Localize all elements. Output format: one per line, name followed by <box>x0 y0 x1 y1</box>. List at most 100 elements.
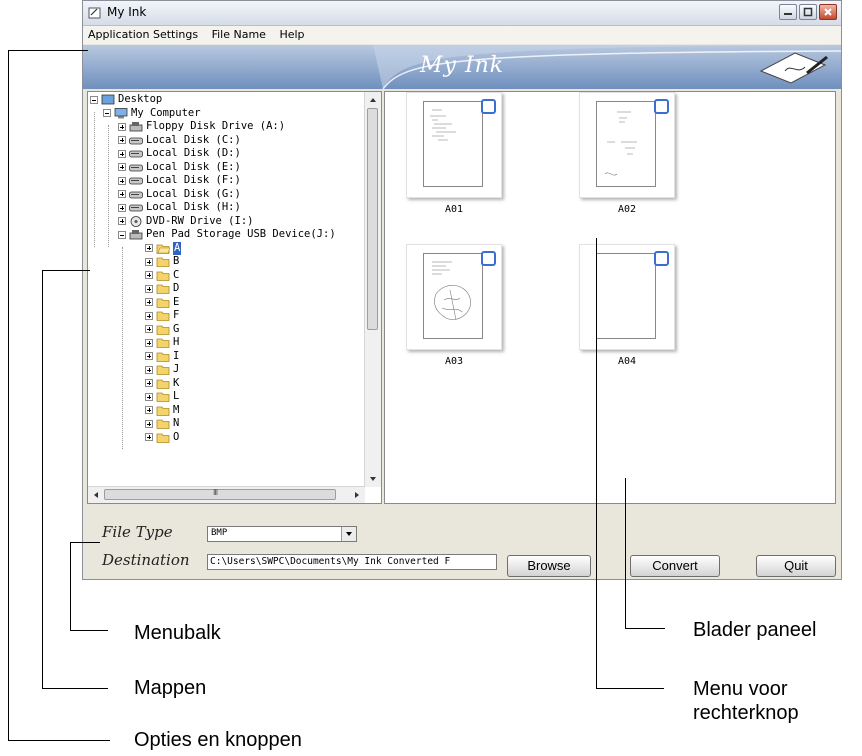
expand-icon[interactable] <box>145 419 153 428</box>
tree-horizontal-scroll-thumb[interactable]: III <box>104 488 336 500</box>
tree-node[interactable]: Local Disk (H:) <box>118 201 241 214</box>
expand-icon[interactable] <box>145 338 153 347</box>
file-type-select[interactable]: BMP <box>207 526 357 542</box>
collapse-icon[interactable] <box>118 230 126 239</box>
expand-icon[interactable] <box>145 379 153 387</box>
page-preview <box>423 253 483 339</box>
tree-node[interactable]: Floppy Disk Drive (A:) <box>118 120 285 133</box>
expand-icon[interactable] <box>145 352 153 360</box>
tree-node[interactable]: Local Disk (C:) <box>118 134 241 147</box>
tree-node[interactable]: H <box>145 336 179 349</box>
callout-line-folders <box>42 270 90 271</box>
menu-application-settings[interactable]: Application Settings <box>83 26 203 41</box>
tree-node[interactable]: G <box>145 323 179 336</box>
scroll-down-icon[interactable] <box>365 472 381 486</box>
tree-node[interactable]: B <box>145 255 179 268</box>
computer-icon <box>114 107 128 118</box>
expand-icon[interactable] <box>118 163 126 171</box>
expand-icon[interactable] <box>118 203 126 212</box>
tree-node[interactable]: E <box>145 296 179 309</box>
tree-node[interactable]: Local Disk (E:) <box>118 161 241 174</box>
hard-disk-icon <box>129 191 143 198</box>
file-type-value: BMP <box>211 528 228 538</box>
tree-node[interactable]: Local Disk (G:) <box>118 188 241 201</box>
tree-node[interactable]: Local Disk (D:) <box>118 147 241 160</box>
expand-icon[interactable] <box>118 136 126 144</box>
expand-icon[interactable] <box>145 406 153 414</box>
tree-vertical-scroll-thumb[interactable] <box>367 108 378 330</box>
folder-icon <box>156 406 170 416</box>
tree-node-label: M <box>173 403 180 416</box>
expand-icon[interactable] <box>118 149 126 158</box>
tree-node[interactable]: J <box>145 363 179 376</box>
select-checkbox[interactable] <box>481 251 496 266</box>
hard-disk-icon <box>129 177 143 185</box>
tree-node[interactable]: C <box>145 269 179 282</box>
select-checkbox[interactable] <box>481 99 496 114</box>
expand-icon[interactable] <box>145 244 153 252</box>
tree-node[interactable]: O <box>145 431 179 444</box>
tree-node[interactable]: F <box>145 309 179 322</box>
browse-button[interactable]: Browse <box>507 555 591 577</box>
tree-node[interactable]: Pen Pad Storage USB Device(J:) <box>118 228 336 241</box>
expand-icon[interactable] <box>145 298 153 306</box>
tree-vertical-scrollbar[interactable] <box>364 92 381 487</box>
collapse-icon[interactable] <box>90 95 98 104</box>
tree-node[interactable]: A <box>145 241 182 255</box>
scroll-up-icon[interactable] <box>365 93 381 107</box>
tree-node[interactable]: M <box>145 404 179 417</box>
tree-node[interactable]: L <box>145 390 179 403</box>
tree-node[interactable]: I <box>145 350 179 363</box>
callout-line-options <box>8 50 9 740</box>
expand-icon[interactable] <box>118 176 126 185</box>
folder-tree[interactable]: Desktop My Computer Floppy Disk Drive (A:)… <box>87 91 382 504</box>
thumbnail-a02[interactable]: A02 <box>579 92 675 218</box>
close-button[interactable] <box>819 4 837 20</box>
expand-icon[interactable] <box>145 433 153 441</box>
quit-button[interactable]: Quit <box>756 555 836 577</box>
expand-icon[interactable] <box>118 190 126 198</box>
scroll-right-icon[interactable] <box>350 487 364 503</box>
callout-context-menu-line1: Menu voor <box>693 678 788 700</box>
expand-icon[interactable] <box>118 217 126 225</box>
thumbnail-a01[interactable]: A01 <box>406 92 502 218</box>
scroll-left-icon[interactable] <box>89 487 103 503</box>
tree-horizontal-scrollbar[interactable]: III <box>88 486 365 503</box>
thumbnail-a04[interactable]: A04 <box>579 244 675 370</box>
callout-line-options <box>8 50 88 51</box>
expand-icon[interactable] <box>145 325 153 333</box>
expand-icon[interactable] <box>145 271 153 279</box>
tree-node[interactable]: Desktop <box>90 93 162 106</box>
folder-icon <box>156 271 170 281</box>
title-bar[interactable]: My Ink <box>83 1 841 26</box>
expand-icon[interactable] <box>118 122 126 131</box>
thumbnail-a03[interactable]: A03 <box>406 244 502 370</box>
tree-node[interactable]: K <box>145 377 179 390</box>
tree-node[interactable]: My Computer <box>103 107 201 120</box>
tree-node[interactable]: Local Disk (F:) <box>118 174 241 187</box>
maximize-button[interactable] <box>799 4 817 20</box>
menu-help[interactable]: Help <box>274 26 309 41</box>
hard-disk-icon <box>129 204 143 212</box>
destination-field[interactable]: C:\Users\SWPC\Documents\My Ink Converted… <box>207 554 497 570</box>
expand-icon[interactable] <box>145 311 153 320</box>
select-checkbox[interactable] <box>654 251 669 266</box>
tree-node[interactable]: DVD-RW Drive (I:) <box>118 215 253 228</box>
tree-node[interactable]: D <box>145 282 179 295</box>
collapse-icon[interactable] <box>103 109 111 117</box>
expand-icon[interactable] <box>145 392 153 401</box>
select-checkbox[interactable] <box>654 99 669 114</box>
thumbnail-page <box>579 244 675 350</box>
expand-icon[interactable] <box>145 284 153 293</box>
minimize-button[interactable] <box>779 4 797 20</box>
menu-file-name[interactable]: File Name <box>207 26 271 41</box>
expand-icon[interactable] <box>145 365 153 374</box>
tree-node[interactable]: N <box>145 417 179 430</box>
expand-icon[interactable] <box>145 257 153 266</box>
convert-button[interactable]: Convert <box>630 555 720 577</box>
callout-browse-panel: Blader paneel <box>693 619 817 641</box>
browse-panel[interactable]: A01 A02 A03 A04 <box>384 91 836 504</box>
tree-node-label: Desktop <box>118 93 163 105</box>
chevron-down-icon[interactable] <box>341 527 356 541</box>
dvd-drive-icon <box>130 215 142 227</box>
